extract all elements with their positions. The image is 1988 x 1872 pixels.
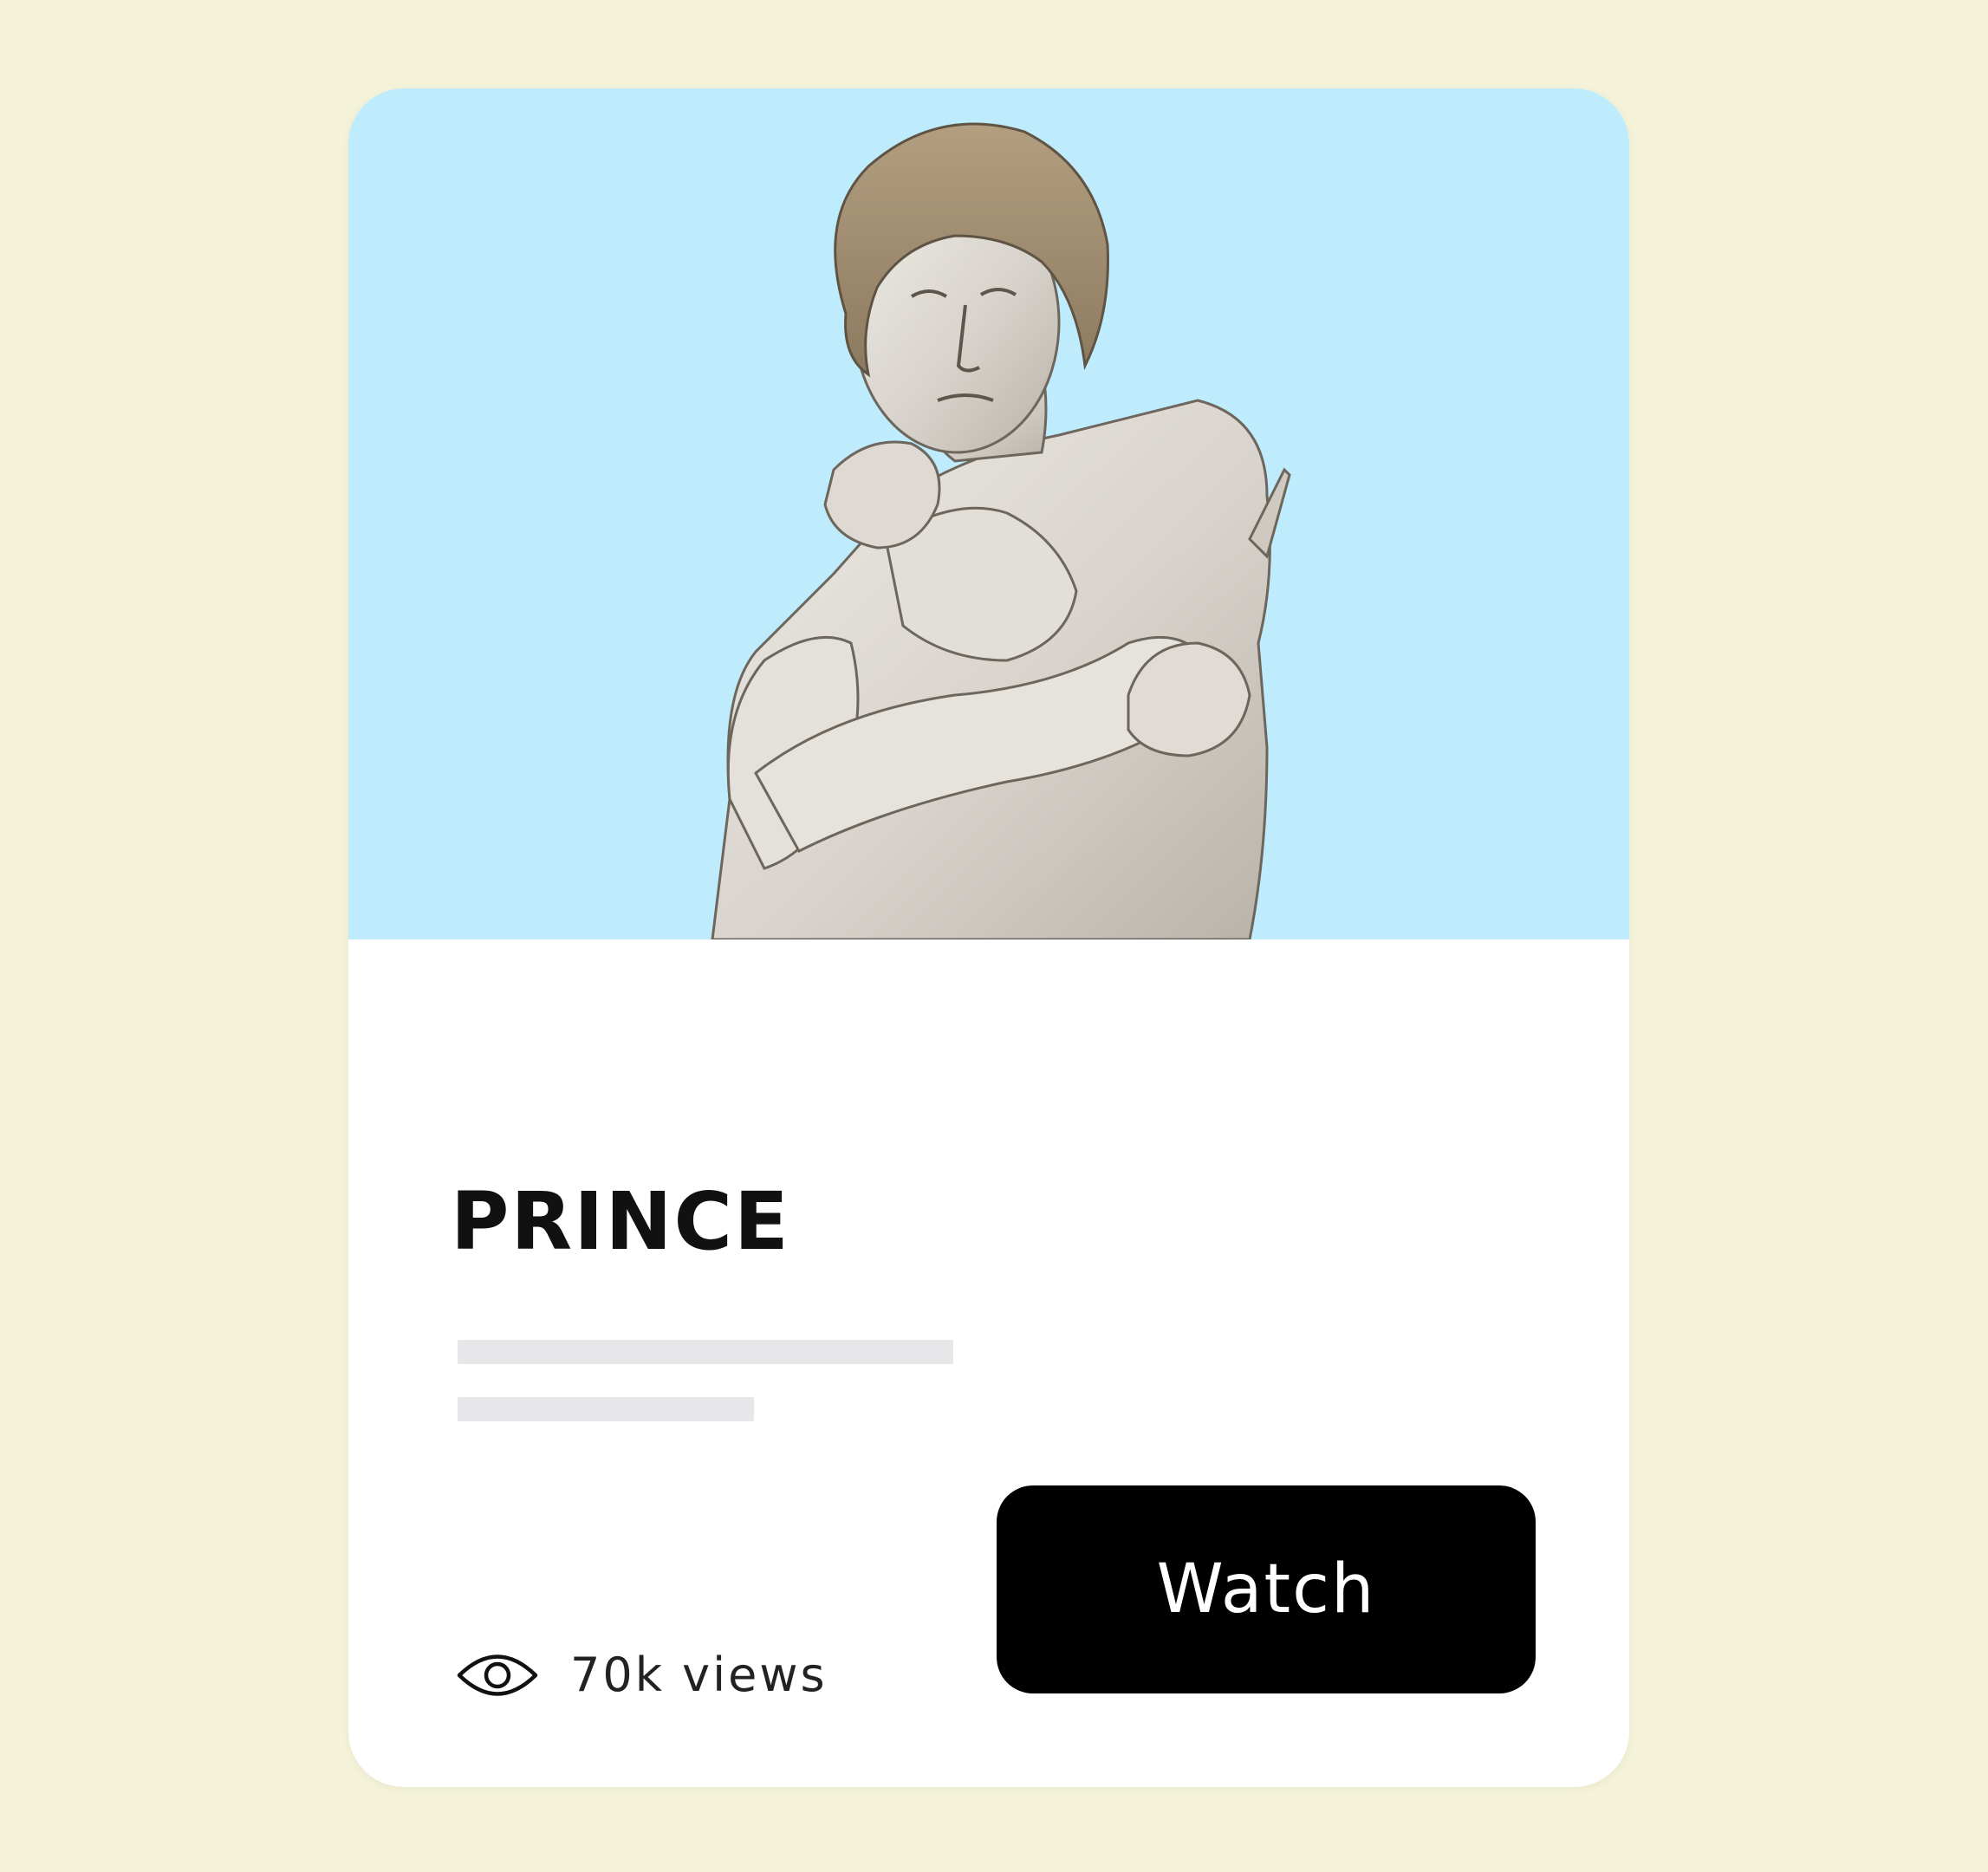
description-placeholder-line	[458, 1397, 754, 1421]
statue-image	[711, 122, 1291, 939]
views-label: 70k views	[570, 1648, 828, 1702]
card-title: PRINCE	[451, 1175, 790, 1268]
media-card: PRINCE 70k views Watch	[348, 88, 1629, 1787]
views-count: 70k views	[456, 1638, 828, 1713]
hero-image-area	[348, 88, 1629, 939]
description-placeholder-line	[458, 1340, 953, 1364]
eye-icon	[457, 1654, 538, 1696]
watch-button[interactable]: Watch	[997, 1485, 1536, 1693]
